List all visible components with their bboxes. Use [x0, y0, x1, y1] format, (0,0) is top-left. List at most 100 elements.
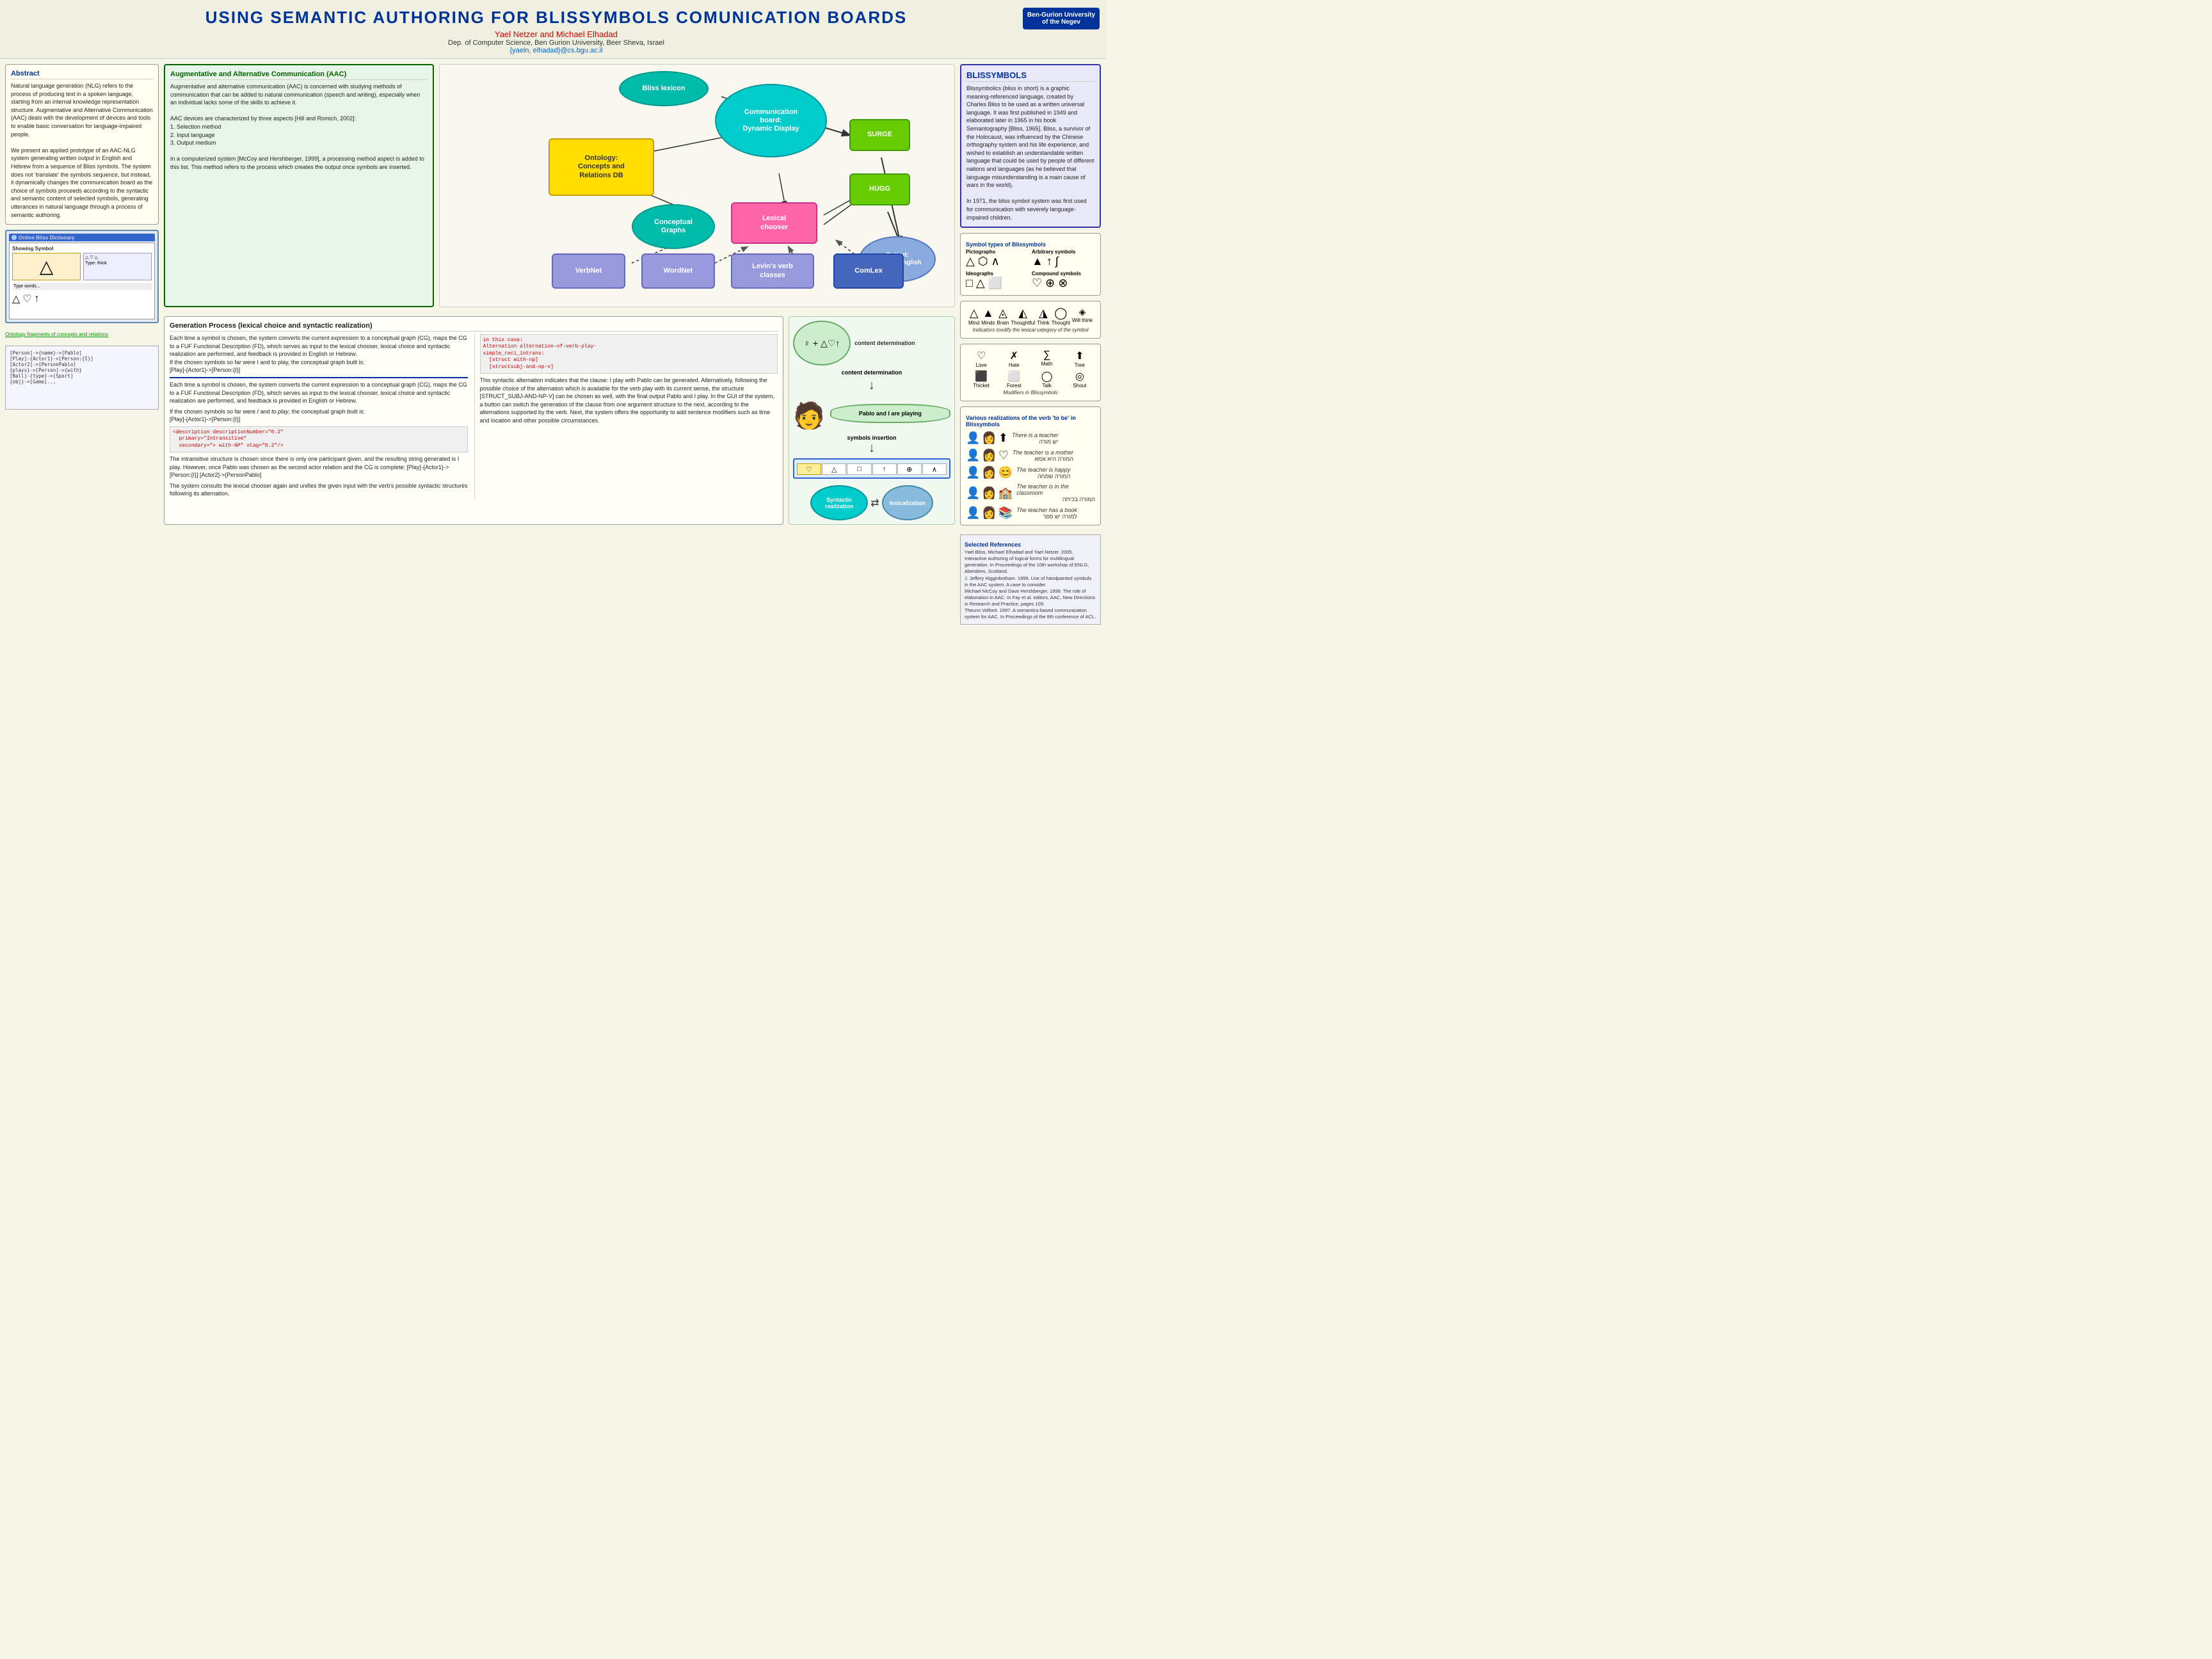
real-english-5: The teacher has a book [1016, 507, 1077, 513]
screenshot-content: Showing Symbol △ △ ▽ △ Type: think Type … [9, 243, 155, 319]
pablo-thought-bubble: Pablo and I are playing [830, 404, 950, 423]
bliss-screen-mock: ♡ △ □ ↑ ⊕ ∧ [793, 458, 950, 479]
hate-sym: ✗ [1010, 349, 1018, 362]
lexicalization-node: lexicalization [882, 485, 933, 520]
thought-label: Thought [1052, 320, 1070, 326]
lexical-chooser-node: Lexicalchooser [731, 202, 817, 244]
gen-right-col: in this case: Alternation alternation-of… [474, 334, 778, 498]
minds-sym: ▲ [982, 307, 994, 320]
symbol-types-box: Symbol types of Blissymbols Pictographs … [960, 233, 1101, 296]
thicket-sym: ⬛ [975, 370, 988, 383]
hugg-node: HUGG [849, 173, 910, 205]
gen-text5: The system consults the lexical chooser … [170, 482, 468, 498]
realizations-title: Various realizations of the verb 'to be'… [966, 415, 1095, 428]
screenshot-box: Online Bliss Dictionary Showing Symbol △… [5, 230, 159, 323]
bliss-cell-selected: ♡ [797, 463, 821, 475]
mod-tree: ⬆ Tree [1064, 349, 1095, 368]
indicator-thoughtful: ◭ Thoughtful [1011, 307, 1035, 326]
real-sym-5b: 👩 [982, 506, 996, 520]
main-content: Abstract Natural language generation (NL… [0, 59, 1106, 630]
indicators-symbols: △ Mind ▲ Minds ◬ Brain ◭ Thoughtful ◮ [966, 307, 1095, 326]
bar-dot [12, 235, 17, 240]
bliss-symbol-grid: ♡ △ □ ↑ ⊕ ∧ [797, 463, 947, 475]
real-hebrew-2: המורה היא אמא [1013, 456, 1073, 462]
real-sym-5c: 📚 [998, 506, 1013, 520]
gen-text1: Each time a symbol is chosen, the system… [170, 334, 468, 374]
main-title: USING SEMANTIC AUTHORING FOR BLISSYMBOLS… [90, 8, 1023, 28]
generation-process-box: Generation Process (lexical choice and s… [164, 316, 783, 525]
comm-board-node: Communicationboard:Dynamic Display [715, 84, 827, 157]
comlex-label: ComLex [854, 267, 882, 275]
thoughtful-label: Thoughtful [1011, 320, 1035, 326]
real-sym-3b: 👩 [982, 466, 996, 479]
bottom-flow-row: Syntactic realization ⇄ lexicalization [793, 485, 950, 520]
real-hebrew-1: יש מורה [1012, 438, 1059, 445]
real-text-1: There is a teacher יש מורה [1012, 432, 1059, 445]
pablo-playing-text: Pablo and I are playing [859, 410, 922, 417]
forest-label: Forest [1007, 383, 1022, 389]
affiliation: Dep. of Computer Science, Ben Gurion Uni… [90, 39, 1023, 47]
thoughtful-sym: ◭ [1018, 307, 1027, 320]
indicator-think: ◮ Think [1037, 307, 1050, 326]
gen-text-right2: This syntactic alternation indicates tha… [480, 376, 778, 425]
university-name: Ben-Gurion University of the Negev [1027, 12, 1096, 26]
real-sym-1c: ⬆ [998, 431, 1008, 445]
conc-graphs-node: ConceptualGraphs [632, 204, 715, 249]
thicket-label: Thicket [973, 383, 990, 389]
willthink-label: Will think [1072, 317, 1093, 323]
mod-thicket: ⬛ Thicket [966, 370, 997, 389]
flow-arrow-down2: ↓ [793, 441, 950, 456]
math-sym: ∑ [1043, 349, 1050, 361]
talk-label: Talk [1043, 383, 1052, 389]
ontology-label: Ontology:Concepts andRelations DB [578, 154, 625, 180]
content-det-arrow-label: content determination [854, 340, 915, 346]
real-hebrew-4: המורה בכיתה [1016, 496, 1095, 502]
pictographs-row: Pictographs △ ⬡ ∧ [966, 249, 1029, 268]
main-symbol-char: △ [15, 256, 77, 277]
think-label: Think [1037, 320, 1050, 326]
real-sym-2c: ♡ [998, 449, 1009, 462]
gen-process-title: Generation Process (lexical choice and s… [170, 322, 778, 332]
indicators-caption: Indicators modify the lexical category o… [966, 327, 1095, 333]
compound-syms: ♡ ⊕ ⊗ [1032, 276, 1095, 290]
comlex-node: ComLex [833, 253, 904, 289]
realizations-list: 👤 👩 ⬆ There is a teacher יש מורה 👤 👩 ♡ [966, 431, 1095, 520]
tree-sym: ⬆ [1075, 349, 1084, 362]
real-sym-5a: 👤 [966, 506, 980, 520]
ontology-link[interactable]: Ontology fragments of concepts and relat… [5, 332, 108, 337]
real-text-2: The teacher is a mother המורה היא אמא [1013, 449, 1073, 462]
ontology-link-container: Ontology fragments of concepts and relat… [5, 328, 159, 341]
real-sym-4c: 🏫 [998, 486, 1013, 500]
aac-title: Augmentative and Alternative Communicati… [170, 70, 428, 80]
verbnet-label: VerbNet [575, 267, 602, 275]
real-sym-1b: 👩 [982, 431, 996, 445]
ideographs-syms: □ △ ⬜ [966, 276, 1029, 290]
bliss-cell-1: △ [822, 463, 846, 475]
real-sym-1a: 👤 [966, 431, 980, 445]
real-row-4: 👤 👩 🏫 The teacher is in the classroom המ… [966, 483, 1095, 502]
university-logo: Ben-Gurion University of the Negev [1023, 8, 1100, 29]
willthink-sym: ◈ [1079, 307, 1086, 317]
real-row-2: 👤 👩 ♡ The teacher is a mother המורה היא … [966, 449, 1095, 462]
math-label: Math [1041, 361, 1053, 367]
blissymbols-box: BLISSYMBOLS Blissymbolics (bliss in shor… [960, 64, 1101, 228]
indicator-mind: △ Mind [968, 307, 979, 326]
blissymbols-text: Blissymbolics (bliss in short) is a grap… [966, 84, 1094, 221]
gen-text3: If the chosen symbols so far were I and … [170, 408, 468, 424]
mod-shout: ◎ Shout [1064, 370, 1095, 389]
compound-label: Compound symbols [1032, 271, 1095, 276]
thought-sym: ◯ [1054, 307, 1067, 320]
top-center-row: Augmentative and Alternative Communicati… [164, 64, 955, 307]
content-det-text: content determination [793, 369, 950, 376]
real-syms-3: 👤 👩 😊 [966, 466, 1013, 479]
wordnet-label: WordNet [664, 267, 693, 275]
symbol-name-label: Type: think [85, 261, 150, 266]
lexical-chooser-label: Lexicalchooser [760, 214, 788, 231]
mod-love: ♡ Love [966, 349, 997, 368]
wordnet-node: WordNet [641, 253, 715, 289]
ideographs-label: Ideographs [966, 271, 1029, 276]
syntactic-real-node: Syntactic realization [810, 485, 868, 520]
content-det-row: ♀ + △♡↑ content determination [793, 321, 950, 365]
bliss-cell-2: □ [847, 463, 871, 475]
bottom-sym-3: ↑ [35, 293, 40, 305]
